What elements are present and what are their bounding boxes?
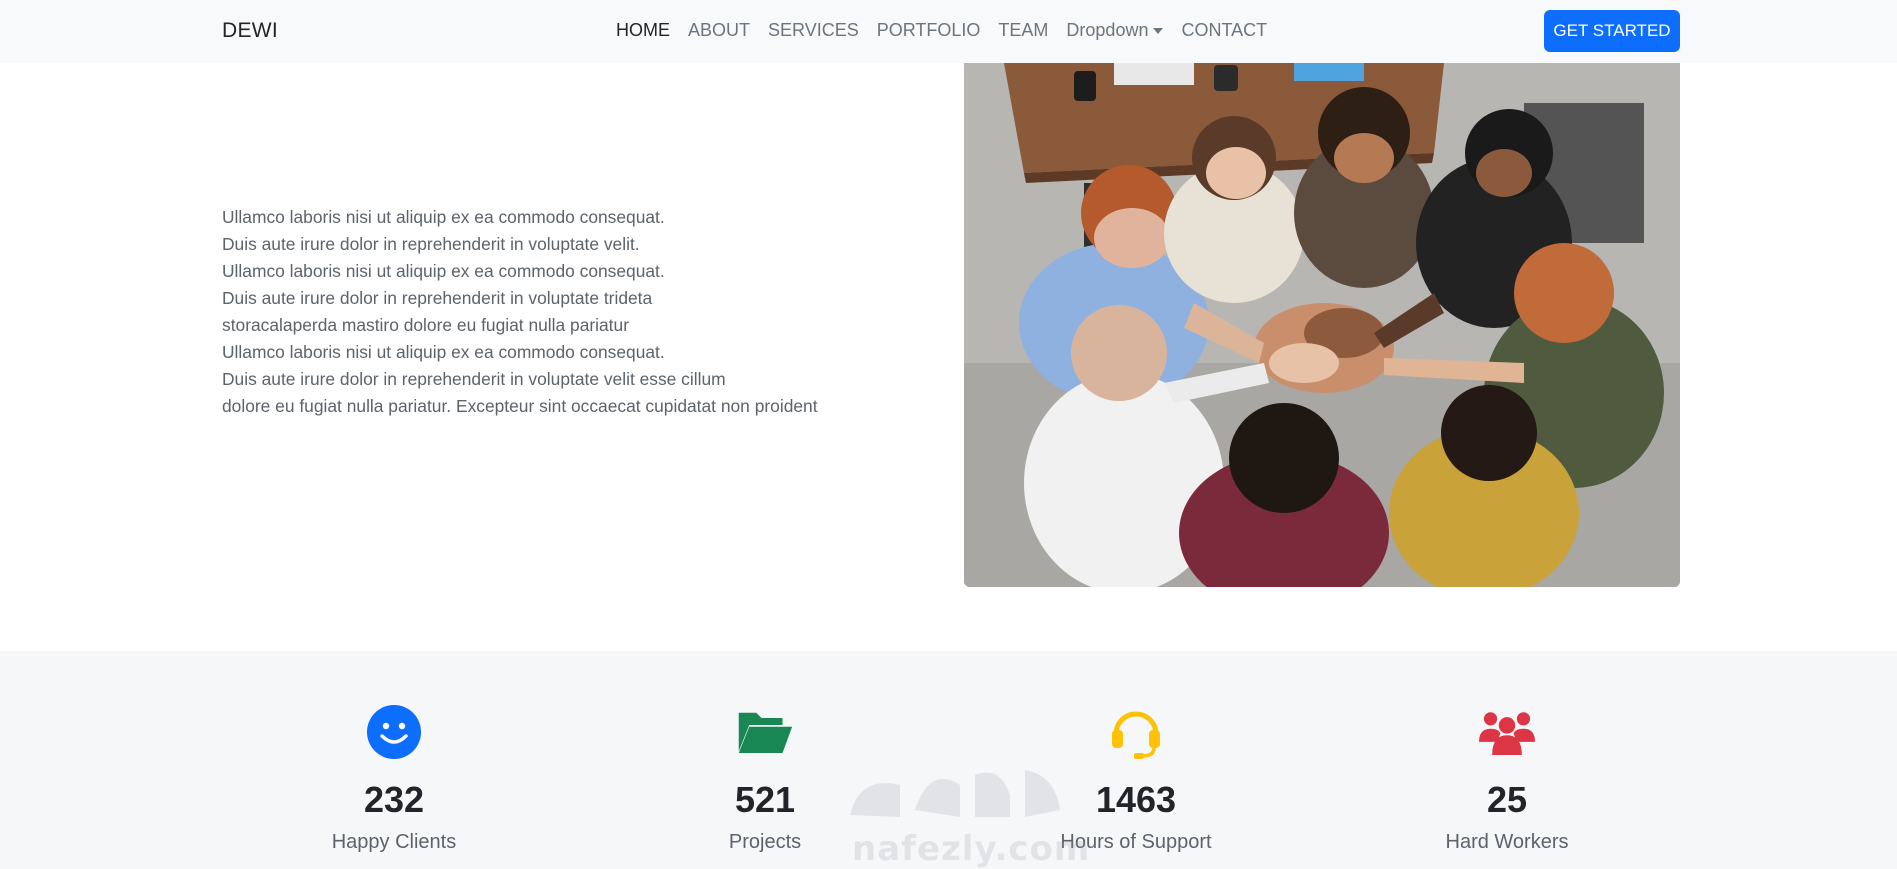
nav-link-team[interactable]: TEAM	[998, 20, 1048, 41]
stat-label: Happy Clients	[331, 831, 457, 853]
nav-link-about[interactable]: ABOUT	[688, 20, 750, 41]
nav-link-home[interactable]: HOME	[616, 20, 670, 41]
brand-logo[interactable]: DEWI	[222, 19, 278, 43]
hero-paragraph: Ullamco laboris nisi ut aliquip ex ea co…	[222, 204, 882, 420]
smile-icon	[367, 705, 421, 759]
stat-happy-clients: 232 Happy Clients	[244, 704, 544, 854]
stat-label: Projects	[728, 831, 802, 853]
stat-value: 1463	[1095, 779, 1177, 820]
headset-icon	[1112, 711, 1160, 759]
nav-link-contact[interactable]: CONTACT	[1181, 20, 1267, 41]
stat-value: 521	[734, 779, 796, 820]
hero-line: Duis aute irure dolor in reprehenderit i…	[222, 369, 726, 389]
stat-hours-support: 1463 Hours of Support	[986, 704, 1286, 854]
navbar: DEWI HOME ABOUT SERVICES PORTFOLIO TEAM …	[0, 0, 1897, 63]
hero-line: dolore eu fugiat nulla pariatur. Excepte…	[222, 396, 818, 416]
folder-open-icon	[738, 712, 793, 753]
stat-projects: 521 Projects	[615, 704, 915, 854]
stat-label: Hard Workers	[1445, 831, 1569, 853]
nav-menu: HOME ABOUT SERVICES PORTFOLIO TEAM Dropd…	[616, 20, 1285, 41]
stat-value: 25	[1486, 779, 1528, 820]
people-icon	[1479, 712, 1535, 756]
hero-line: storacalaperda mastiro dolore eu fugiat …	[222, 315, 629, 335]
nav-link-portfolio[interactable]: PORTFOLIO	[877, 20, 981, 41]
nav-link-services[interactable]: SERVICES	[768, 20, 859, 41]
nav-dropdown-toggle[interactable]: Dropdown	[1066, 20, 1164, 41]
stat-label: Hours of Support	[1060, 831, 1212, 853]
hero-line: Duis aute irure dolor in reprehenderit i…	[222, 234, 640, 254]
hero-line: Duis aute irure dolor in reprehenderit i…	[222, 288, 653, 308]
get-started-button[interactable]: GET STARTED	[1544, 10, 1680, 52]
hero-team-photo	[964, 63, 1680, 587]
caret-down-icon	[1153, 27, 1164, 34]
stat-value: 232	[363, 779, 425, 820]
hero-line: Ullamco laboris nisi ut aliquip ex ea co…	[222, 342, 665, 362]
stats-section: 232 Happy Clients 521 Projects 1463 Hour…	[0, 651, 1897, 869]
hero-line: Ullamco laboris nisi ut aliquip ex ea co…	[222, 261, 665, 281]
hero-line: Ullamco laboris nisi ut aliquip ex ea co…	[222, 207, 665, 227]
nav-dropdown-label: Dropdown	[1066, 20, 1149, 40]
stat-hard-workers: 25 Hard Workers	[1357, 704, 1657, 854]
